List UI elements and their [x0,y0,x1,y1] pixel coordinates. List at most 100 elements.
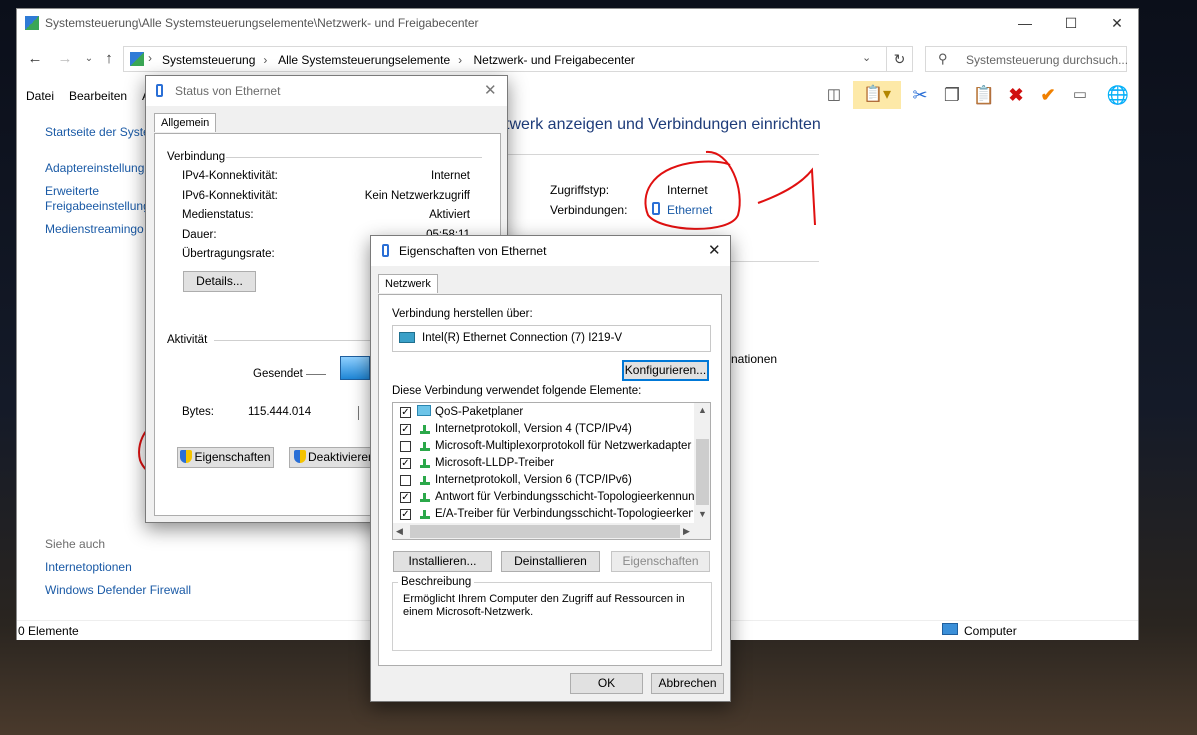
properties-button[interactable]: Eigenschaften [177,447,274,468]
back-arrow-icon[interactable]: ← [25,49,45,69]
cut-icon[interactable]: ✂ [905,81,935,109]
connections-label: Verbindungen: [550,203,628,217]
list-item[interactable]: Internetprotokoll, Version 6 (TCP/IPv6) [393,473,693,490]
delete-icon[interactable]: ✖ [1001,81,1031,109]
address-bar[interactable]: › Systemsteuerung › Alle Systemsteuerungs… [123,46,887,72]
close-button[interactable]: ✕ [1094,9,1140,37]
globe-icon[interactable]: 🌐 [1103,81,1133,109]
components-list[interactable]: ✓ QoS-Paketplaner ✓ Internetprotokoll, V… [392,402,711,540]
paste-icon[interactable]: 📋 [969,81,999,109]
divider [507,154,819,155]
component-label: Microsoft-LLDP-Treiber [435,457,555,469]
list-item[interactable]: ✓ QoS-Paketplaner [393,405,693,422]
scrollbar-thumb[interactable] [410,525,680,538]
sent-label: Gesendet [253,368,303,380]
component-checkbox[interactable] [400,475,411,486]
close-icon[interactable]: ✕ [484,81,497,99]
component-label: Antwort für Verbindungsschicht-Topologie… [435,491,701,503]
breadcrumb-item[interactable]: Alle Systemsteuerungselemente [278,53,450,67]
recent-chevron-icon[interactable]: ⌄ [79,49,99,69]
breadcrumb-item[interactable]: Systemsteuerung [162,53,255,67]
minimize-button[interactable]: — [1002,9,1048,37]
menu-bearbeiten[interactable]: Bearbeiten [69,89,127,103]
protocol-icon [420,493,430,502]
component-checkbox[interactable]: ✓ [400,407,411,418]
list-item[interactable]: ✓ E/A-Treiber für Verbindungsschicht-Top… [393,507,693,524]
copy-icon[interactable]: ❐ [937,81,967,109]
status-location: Computer [964,624,1017,638]
uac-shield-icon [180,450,193,463]
protocol-icon [420,442,430,451]
list-item[interactable]: ✓ Internetprotokoll, Version 4 (TCP/IPv4… [393,422,693,439]
protocol-icon [420,510,430,519]
tab-allgemein[interactable]: Allgemein [154,113,217,132]
ipv4-label: IPv4-Konnektivität: [182,170,278,182]
rename-icon[interactable]: ▭ [1065,81,1095,109]
ok-button[interactable]: OK [570,673,643,694]
vertical-scrollbar[interactable]: ▲ ▼ [694,403,710,523]
refresh-icon[interactable]: ↻ [887,46,913,72]
component-checkbox[interactable]: ✓ [400,458,411,469]
ipv4-value: Internet [431,170,470,182]
deactivate-button[interactable]: Deaktivieren [289,447,379,468]
component-label: Microsoft-Multiplexorprotokoll für Netzw… [435,440,692,452]
connect-via-label: Verbindung herstellen über: [392,308,533,320]
list-item[interactable]: Microsoft-Multiplexorprotokoll für Netzw… [393,439,693,456]
bytes-label: Bytes: [182,406,214,418]
list-item[interactable]: ✓ Microsoft-LLDP-Treiber [393,456,693,473]
sidebar-item-advanced[interactable]: Erweiterte [45,184,99,198]
scrollbar-thumb[interactable] [696,439,709,505]
scroll-right-icon[interactable]: ▶ [683,526,690,537]
breadcrumb-item[interactable]: Netzwerk- und Freigabecenter [474,53,635,67]
component-checkbox[interactable]: ✓ [400,509,411,520]
scroll-left-icon[interactable]: ◀ [396,526,403,537]
sidebar-item-sharing[interactable]: Freigabeeinstellung [45,199,150,213]
link-defender-firewall[interactable]: Windows Defender Firewall [45,583,191,597]
description-text: Ermöglicht Ihrem Computer den Zugriff au… [403,593,685,618]
description-title: Beschreibung [398,576,475,588]
items-label: Diese Verbindung verwendet folgende Elem… [392,385,642,397]
up-arrow-icon[interactable]: ↑ [99,49,119,69]
horizontal-scrollbar[interactable]: ◀ ▶ [393,523,710,539]
configure-button[interactable]: Konfigurieren... [622,360,709,381]
control-panel-icon [25,16,39,30]
component-checkbox[interactable]: ✓ [400,424,411,435]
search-input[interactable]: ⚲ Systemsteuerung durchsuch... [925,46,1129,72]
partial-link-text[interactable]: nationen [731,352,777,366]
scroll-up-icon[interactable]: ▲ [698,405,707,415]
component-properties-button[interactable]: Eigenschaften [611,551,710,572]
protocol-icon [420,459,430,468]
list-item[interactable]: ✓ Antwort für Verbindungsschicht-Topolog… [393,490,701,507]
menu-datei[interactable]: Datei [26,89,54,103]
maximize-button[interactable]: ☐ [1048,9,1094,37]
sidebar-item-adapter[interactable]: Adaptereinstellung [45,161,144,175]
breadcrumb: Systemsteuerung › Alle Systemsteuerungsel… [162,53,643,67]
tab-netzwerk[interactable]: Netzwerk [378,274,438,293]
sidebar-item-home[interactable]: Startseite der Syster [45,125,154,139]
uac-shield-icon [294,450,306,463]
sidebar-item-streaming[interactable]: Medienstreamingo [45,222,144,236]
checkmark-icon[interactable]: ✔ [1033,81,1063,109]
link-internet-options[interactable]: Internetoptionen [45,560,132,574]
scroll-down-icon[interactable]: ▼ [698,509,707,519]
ethernet-link[interactable]: Ethernet [667,203,712,217]
divider [358,406,359,420]
rate-label: Übertragungsrate: [182,248,275,260]
preview-pane-icon[interactable]: ◫ [819,81,849,109]
access-type-label: Zugriffstyp: [550,183,610,197]
component-checkbox[interactable] [400,441,411,452]
component-checkbox[interactable]: ✓ [400,492,411,503]
component-label: Internetprotokoll, Version 4 (TCP/IPv4) [435,423,632,435]
properties-icon[interactable]: 📋▾ [853,81,901,109]
search-placeholder: Systemsteuerung durchsuch... [966,53,1129,67]
install-button[interactable]: Installieren... [393,551,492,572]
close-icon[interactable]: ✕ [708,241,721,259]
ethernet-icon [652,202,660,215]
properties-dialog-title: Eigenschaften von Ethernet [399,244,547,258]
details-button[interactable]: Details... [183,271,256,292]
uninstall-button[interactable]: Deinstallieren [501,551,600,572]
address-dropdown-icon[interactable]: ⌄ [862,51,871,64]
forward-arrow-icon[interactable]: → [55,49,75,69]
cancel-button[interactable]: Abbrechen [651,673,724,694]
breadcrumb-separator-icon: › [148,51,152,65]
